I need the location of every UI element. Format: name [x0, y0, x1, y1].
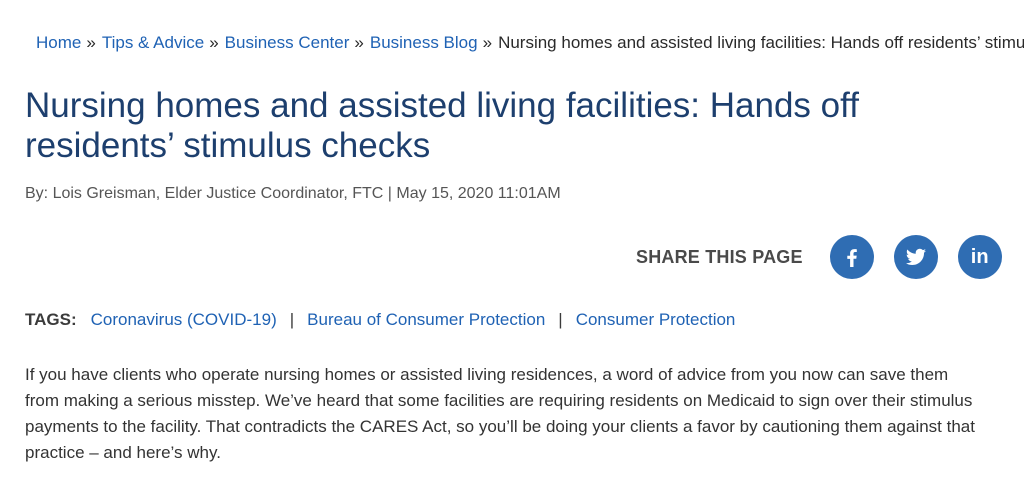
tag-link-bureau-consumer-protection[interactable]: Bureau of Consumer Protection: [307, 310, 545, 329]
breadcrumb-separator: »: [86, 33, 96, 52]
breadcrumb-separator: »: [209, 33, 219, 52]
breadcrumb-link-home[interactable]: Home: [36, 33, 81, 52]
breadcrumb-link-business-blog[interactable]: Business Blog: [370, 33, 478, 52]
twitter-share-button[interactable]: [893, 235, 938, 279]
linkedin-share-button[interactable]: in: [957, 235, 1002, 279]
twitter-icon: [905, 248, 926, 265]
tags-label: TAGS:: [25, 310, 77, 329]
page-title: Nursing homes and assisted living facili…: [25, 86, 859, 165]
facebook-share-button[interactable]: [829, 235, 874, 279]
tag-link-consumer-protection[interactable]: Consumer Protection: [576, 310, 736, 329]
breadcrumb-separator: »: [354, 33, 364, 52]
share-bar: SHARE THIS PAGE in: [636, 235, 1002, 279]
linkedin-icon: in: [970, 245, 989, 268]
tag-separator: |: [558, 310, 563, 329]
tag-link-covid[interactable]: Coronavirus (COVID-19): [91, 310, 277, 329]
tag-separator: |: [289, 310, 295, 329]
article-body: If you have clients who operate nursing …: [25, 365, 975, 462]
breadcrumb-link-tips-advice[interactable]: Tips & Advice: [102, 33, 204, 52]
tags-list: TAGS: Coronavirus (COVID-19) | Bureau of Co…: [25, 310, 735, 330]
breadcrumb-link-business-center[interactable]: Business Center: [225, 33, 350, 52]
facebook-icon: [846, 249, 857, 267]
breadcrumb-separator: »: [482, 33, 493, 52]
breadcrumb: Home» Tips & Advice» Business Center» Busin…: [36, 32, 1024, 54]
breadcrumb-current: Nursing homes and assisted living facili…: [498, 33, 1024, 52]
article-byline: By: Lois Greisman, Elder Justice Coordin…: [25, 185, 561, 202]
share-label: SHARE THIS PAGE: [636, 246, 803, 267]
